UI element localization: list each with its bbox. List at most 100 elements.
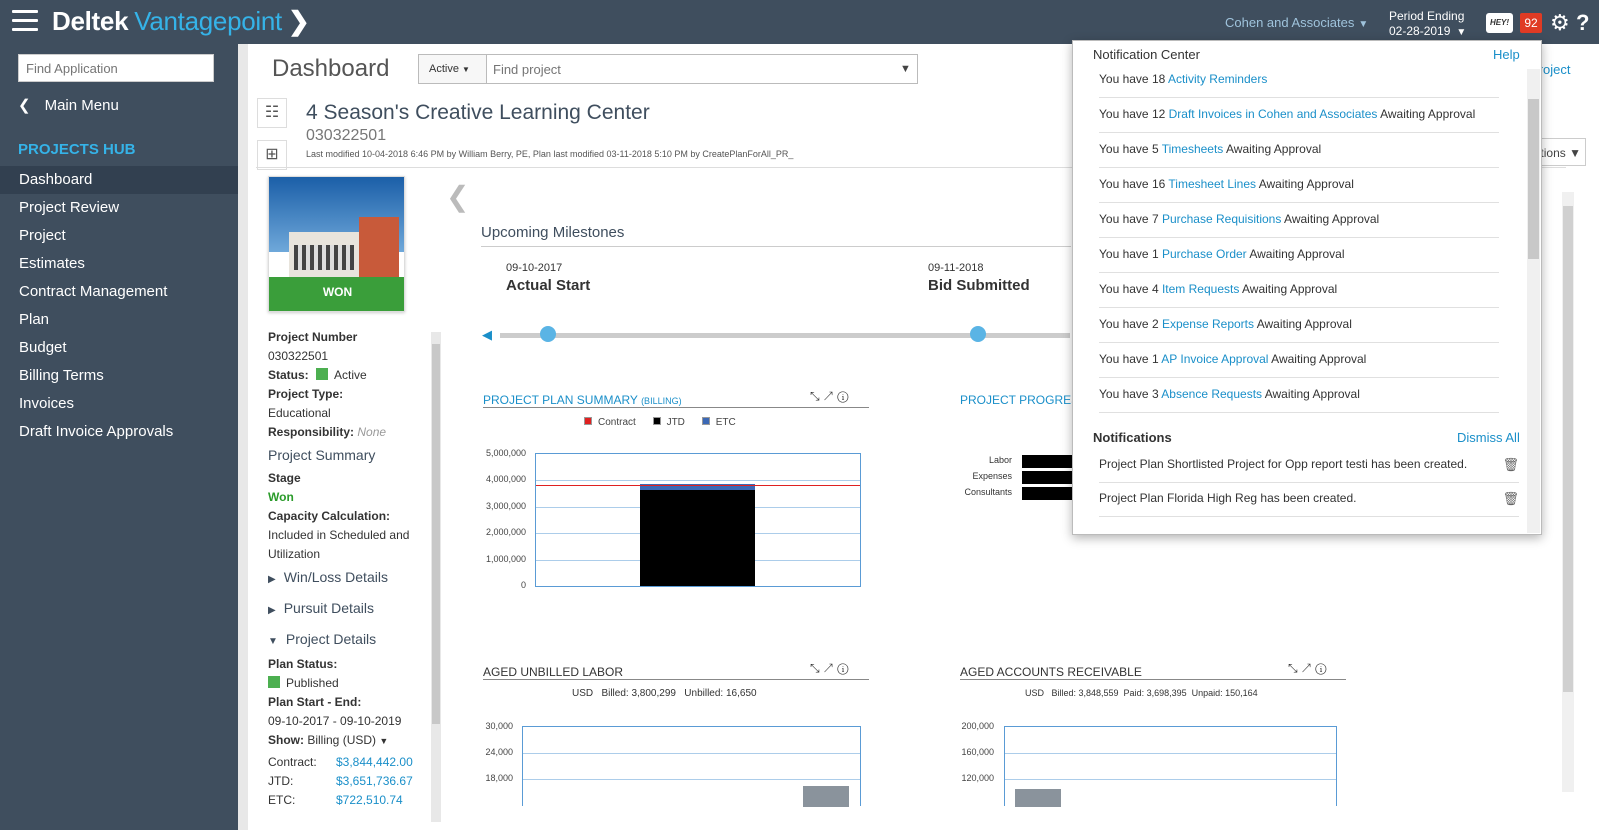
win-loss-toggle[interactable]: ▶ Win/Loss Details xyxy=(268,568,418,589)
previous-arrow-icon[interactable]: ❮ xyxy=(446,180,469,213)
dismiss-all-link[interactable]: Dismiss All xyxy=(1457,430,1520,445)
gridline xyxy=(1005,753,1336,754)
page-title: Dashboard xyxy=(272,55,390,82)
aged-unbilled-bar[interactable] xyxy=(803,786,849,807)
notification-help-link[interactable]: Help xyxy=(1493,47,1520,62)
plan-summary-title[interactable]: PROJECT PLAN SUMMARY (BILLING) xyxy=(483,393,682,407)
milestones-title: Upcoming Milestones xyxy=(481,224,625,241)
notification-center-title: Notification Center xyxy=(1093,47,1200,62)
project-image[interactable]: WON xyxy=(268,176,405,312)
jtd-bar[interactable] xyxy=(640,489,755,586)
y-tick-label: 3,000,000 xyxy=(485,501,526,511)
expand-icon[interactable]: ↗ xyxy=(824,661,838,675)
sidebar-item-draft-invoice-approvals[interactable]: Draft Invoice Approvals xyxy=(0,418,238,446)
plan-dates-label: Plan Start - End: xyxy=(268,695,362,709)
sidebar-item-billing-terms[interactable]: Billing Terms xyxy=(0,362,238,390)
contract-line xyxy=(536,484,860,486)
chevron-down-icon: ▼ xyxy=(462,65,470,74)
reminder-text: You have 2 xyxy=(1099,317,1162,331)
reminder-link[interactable]: Absence Requests xyxy=(1161,387,1262,401)
tree-view-icon[interactable]: ☷ xyxy=(257,98,287,128)
status-value: Active xyxy=(334,368,367,382)
chevron-left-icon: ❮ xyxy=(18,97,31,114)
aged-ar-bar[interactable] xyxy=(1015,789,1061,807)
collapse-icon[interactable]: ⤡ xyxy=(810,661,824,675)
reminder-item: You have 1 AP Invoice Approval Awaiting … xyxy=(1099,343,1499,378)
info-icon[interactable]: ⓘ xyxy=(837,389,852,403)
capacity-label: Capacity Calculation: xyxy=(268,509,391,523)
chevron-down-icon[interactable]: ▼ xyxy=(900,63,911,75)
plan-summary-title-text: PROJECT PLAN SUMMARY xyxy=(483,393,638,407)
reminder-text: You have 18 xyxy=(1099,72,1168,86)
sidebar-item-invoices[interactable]: Invoices xyxy=(0,390,238,418)
brand-logo[interactable]: Deltek Vantagepoint ❯ xyxy=(52,6,310,37)
main-scrollbar[interactable] xyxy=(1562,192,1574,792)
hamburger-icon[interactable] xyxy=(12,10,38,32)
reminder-link[interactable]: Timesheet Lines xyxy=(1168,177,1256,191)
notification-badge[interactable]: 92 xyxy=(1520,13,1542,33)
reminder-link[interactable]: Timesheets xyxy=(1162,142,1224,156)
info-scrollbar[interactable] xyxy=(431,332,441,822)
notification-scrollbar[interactable] xyxy=(1527,69,1540,533)
progress-bar[interactable] xyxy=(1022,471,1072,484)
reminder-text: You have 3 xyxy=(1099,387,1162,401)
info-icon[interactable]: ⓘ xyxy=(837,661,852,675)
aged-unbilled-chart xyxy=(522,726,861,807)
progress-bar[interactable] xyxy=(1022,487,1072,500)
aged-unbilled-title[interactable]: AGED UNBILLED LABOR xyxy=(483,665,623,679)
expand-icon[interactable]: ↗ xyxy=(824,389,838,403)
reminder-link[interactable]: Activity Reminders xyxy=(1168,72,1267,86)
sidebar-scrollbar[interactable] xyxy=(238,44,248,830)
reminder-link[interactable]: Purchase Order xyxy=(1162,247,1247,261)
milestone-dot[interactable] xyxy=(540,326,556,342)
reminder-link[interactable]: AP Invoice Approval xyxy=(1161,352,1268,366)
active-filter-dropdown[interactable]: Active ▼ xyxy=(418,54,486,84)
hey-icon[interactable]: HEY! xyxy=(1486,13,1513,33)
company-selector[interactable]: Cohen and Associates ▼ xyxy=(1225,15,1368,30)
trash-icon[interactable]: 🗑 xyxy=(1502,489,1519,508)
collapse-icon[interactable]: ⤡ xyxy=(1288,661,1302,675)
sidebar-item-budget[interactable]: Budget xyxy=(0,334,238,362)
milestone-dot[interactable] xyxy=(970,326,986,342)
expand-icon[interactable]: ↗ xyxy=(1302,661,1316,675)
info-scrollbar-thumb[interactable] xyxy=(432,344,440,724)
gear-icon[interactable]: ⚙ xyxy=(1550,10,1570,36)
reminder-link[interactable]: Draft Invoices in Cohen and Associates xyxy=(1169,107,1378,121)
main-menu-link[interactable]: ❮ Main Menu xyxy=(18,96,119,114)
show-dropdown[interactable]: Billing (USD) ▼ xyxy=(307,733,388,747)
plan-status-square-icon xyxy=(268,676,280,688)
reminder-link[interactable]: Expense Reports xyxy=(1162,317,1254,331)
sidebar-item-project[interactable]: Project xyxy=(0,222,238,250)
plan-dates-value: 09-10-2017 - 09-10-2019 xyxy=(268,714,402,728)
sidebar-item-project-review[interactable]: Project Review xyxy=(0,194,238,222)
notification-scrollbar-thumb[interactable] xyxy=(1528,99,1539,259)
aged-unbilled-info: USD Billed: 3,800,299 Unbilled: 16,650 xyxy=(572,688,757,699)
pursuit-toggle[interactable]: ▶ Pursuit Details xyxy=(268,599,418,620)
project-details-toggle[interactable]: ▼ Project Details xyxy=(268,630,418,651)
sidebar-item-dashboard[interactable]: Dashboard xyxy=(0,166,238,194)
progress-bar[interactable] xyxy=(1022,455,1072,468)
chart-legend: Contract JTD ETC xyxy=(574,417,736,428)
sidebar-item-plan[interactable]: Plan xyxy=(0,306,238,334)
info-icon[interactable]: ⓘ xyxy=(1315,661,1330,675)
find-application-input[interactable] xyxy=(18,54,214,82)
notification-item: Project Plan Shortlisted Project for Opp… xyxy=(1099,449,1519,483)
timeline-back-arrow-icon[interactable]: ◀ xyxy=(482,327,492,343)
main-scrollbar-thumb[interactable] xyxy=(1563,206,1573,692)
y-tick-label: 24,000 xyxy=(485,747,513,757)
notifications-section-title: Notifications xyxy=(1093,430,1172,445)
project-progress-title[interactable]: PROJECT PROGRES xyxy=(960,393,1079,407)
aged-ar-title[interactable]: AGED ACCOUNTS RECEIVABLE xyxy=(960,665,1142,679)
chevron-down-icon: ▼ xyxy=(1569,146,1581,160)
period-selector[interactable]: Period Ending 02-28-2019 ▼ xyxy=(1389,9,1466,40)
trash-icon[interactable]: 🗑 xyxy=(1502,455,1519,474)
sidebar-item-contract-management[interactable]: Contract Management xyxy=(0,278,238,306)
sidebar-item-estimates[interactable]: Estimates xyxy=(0,250,238,278)
help-icon[interactable]: ? xyxy=(1576,10,1589,36)
collapse-icon[interactable]: ⤡ xyxy=(810,389,824,403)
org-chart-icon[interactable]: ⊞ xyxy=(257,140,287,170)
reminder-link[interactable]: Purchase Requisitions xyxy=(1162,212,1281,226)
aged-ar-info: USD Billed: 3,848,559 Paid: 3,698,395 Un… xyxy=(1025,688,1258,698)
reminder-link[interactable]: Item Requests xyxy=(1162,282,1239,296)
find-project-input[interactable] xyxy=(486,54,918,84)
